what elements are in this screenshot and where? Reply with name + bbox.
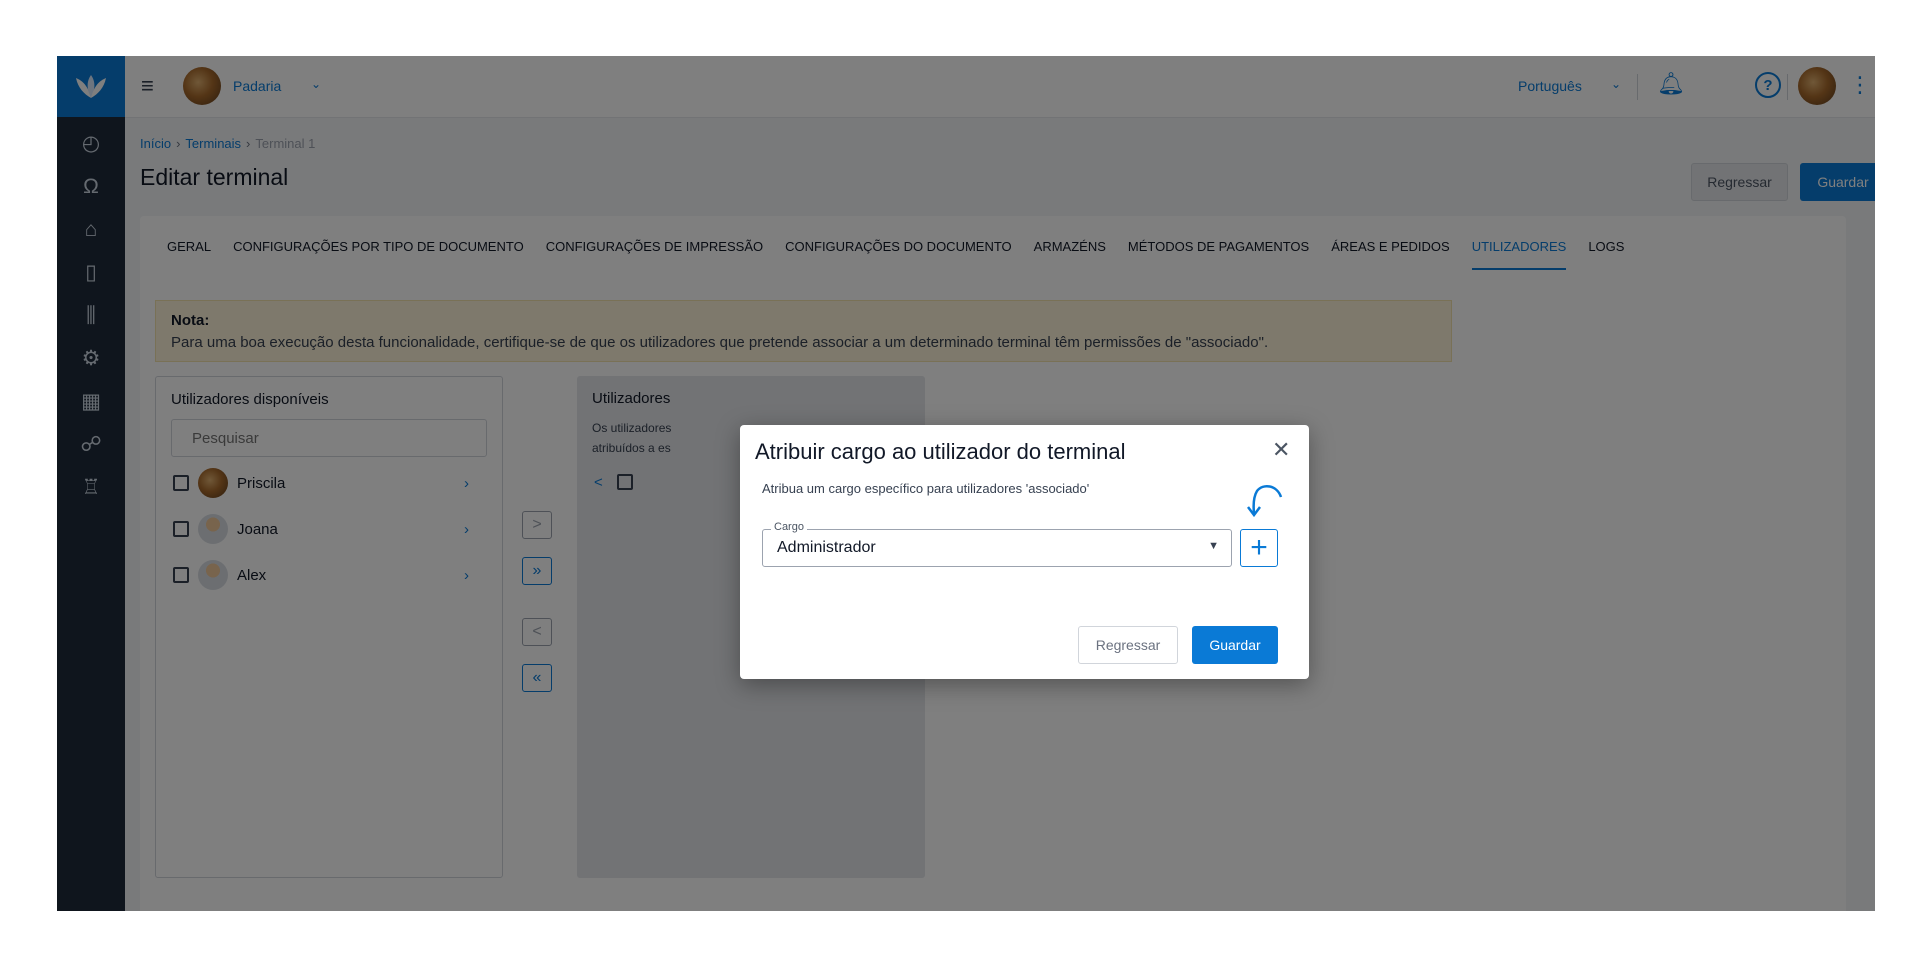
app-window: ◴ Ω ⌂ ▯ ⫼ ⚙ ▦ ☍ ♖ ≡ Padaria ⌄ Português … [57, 56, 1875, 911]
curved-arrow-icon [1247, 484, 1283, 518]
role-select-label: Cargo [771, 521, 807, 533]
dialog-back-button[interactable]: Regressar [1078, 626, 1178, 664]
dialog-title: Atribuir cargo ao utilizador do terminal [755, 439, 1126, 464]
caret-down-icon[interactable]: ▼ [1208, 540, 1219, 552]
assign-role-dialog: Atribuir cargo ao utilizador do terminal… [740, 425, 1309, 679]
role-select[interactable]: Cargo Administrador ▼ [762, 521, 1232, 567]
add-role-button[interactable]: + [1240, 529, 1278, 567]
dialog-subtitle: Atribua um cargo específico para utiliza… [762, 481, 1090, 496]
role-select-value: Administrador [777, 539, 876, 556]
close-icon[interactable]: ✕ [1272, 437, 1290, 463]
dialog-save-button[interactable]: Guardar [1192, 626, 1278, 664]
plus-icon: + [1250, 531, 1268, 564]
